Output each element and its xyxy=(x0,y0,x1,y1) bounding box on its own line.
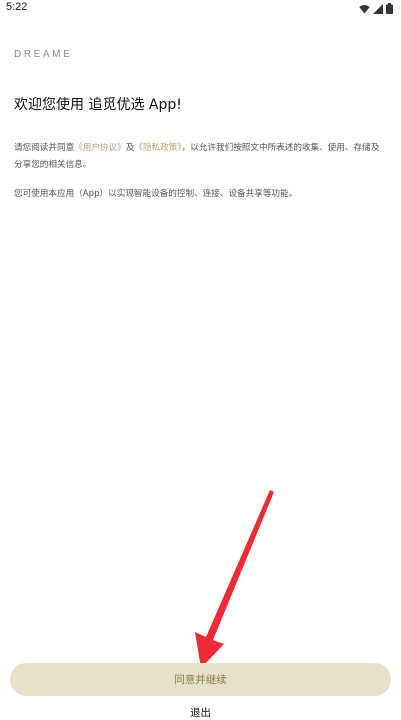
exit-button[interactable]: 退出 xyxy=(0,705,401,720)
privacy-policy-link[interactable]: 《隐私政策》 xyxy=(134,143,181,153)
agree-and-continue-button[interactable]: 同意并继续 xyxy=(10,663,391,696)
battery-icon xyxy=(386,3,393,14)
wifi-icon xyxy=(359,4,370,14)
privacy-consent-page: 5:22 DREAME 欢迎您使用 追觅优选 App! 请您阅读并同意《用户协议… xyxy=(0,0,401,720)
brand-logo: DREAME xyxy=(14,49,73,60)
feature-paragraph: 您可使用本应用（App）以实现智能设备的控制、连接、设备共享等功能。 xyxy=(14,189,298,199)
page-title: 欢迎您使用 追觅优选 App! xyxy=(14,97,182,113)
user-agreement-link[interactable]: 《用户协议》 xyxy=(74,143,126,153)
status-time: 5:22 xyxy=(6,1,28,13)
consent-prefix: 请您阅读并同意 xyxy=(14,143,75,153)
status-icons xyxy=(359,3,393,14)
status-bar: 5:22 xyxy=(0,0,401,18)
consent-paragraph: 请您阅读并同意《用户协议》及《隐私政策》，以允许我们按照文中所表述的收集、使用、… xyxy=(14,140,386,174)
signal-icon xyxy=(373,3,383,14)
